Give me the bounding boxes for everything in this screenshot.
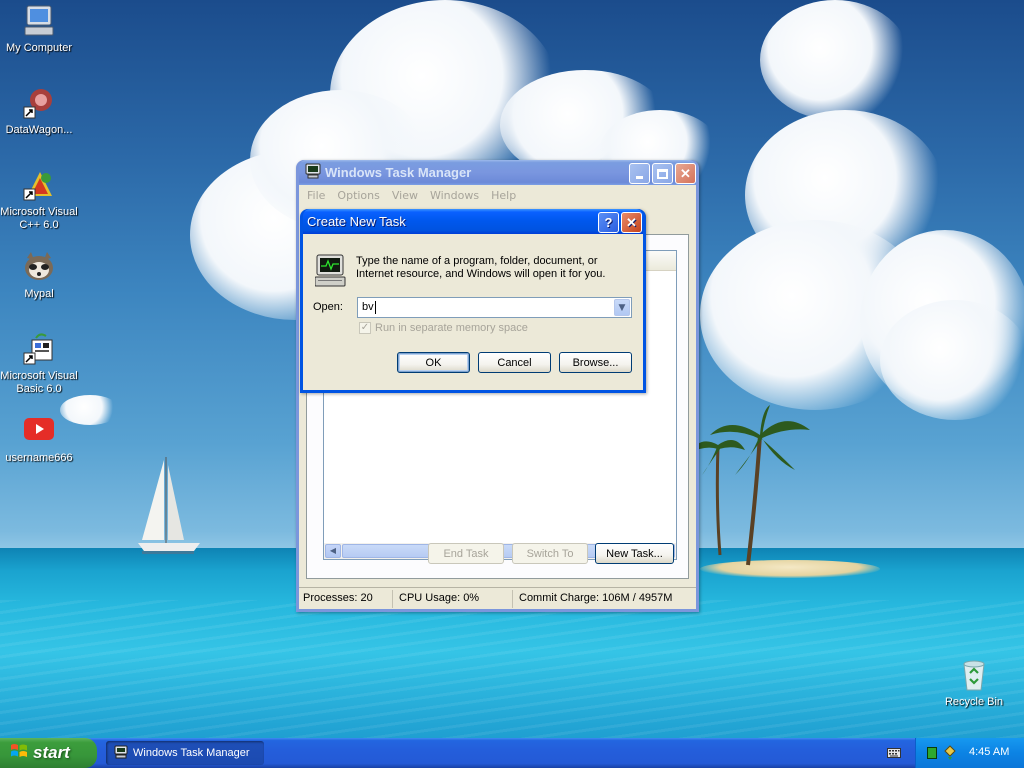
dialog-message: Type the name of a program, folder, docu… [356, 255, 606, 280]
separate-memory-checkbox-row: ✓ Run in separate memory space [359, 322, 528, 334]
desktop-icon-label: Microsoft Visual Basic 6.0 [0, 370, 78, 395]
dropdown-button[interactable]: ▼ [614, 299, 630, 316]
cancel-button[interactable]: Cancel [478, 352, 551, 373]
status-processes: Processes: 20 [299, 589, 393, 608]
status-cpu-usage: CPU Usage: 0% [393, 589, 513, 608]
dialog-title: Create New Task [307, 214, 406, 229]
desktop-icon-label: My Computer [5, 42, 73, 54]
help-button[interactable]: ? [598, 212, 619, 233]
maximize-icon [657, 168, 668, 179]
dialog-titlebar[interactable]: Create New Task ? ✕ [303, 209, 643, 234]
taskbar-item-label: Windows Task Manager [133, 747, 250, 759]
desktop-icon-mypal[interactable]: Mypal [0, 250, 79, 301]
run-program-icon [314, 254, 347, 291]
help-icon: ? [604, 215, 613, 230]
sea-ripples [0, 600, 1024, 738]
close-button[interactable]: ✕ [675, 163, 696, 184]
maximize-button[interactable] [652, 163, 673, 184]
clock[interactable]: 4:45 AM [969, 746, 1009, 758]
visual-basic-icon [22, 332, 56, 366]
windows-logo-icon [10, 742, 28, 765]
taskbar: start Windows Task Manager 4:45 AM [0, 738, 1024, 768]
desktop-icon-label: Microsoft Visual C++ 6.0 [0, 206, 78, 231]
desktop-icon-username666[interactable]: username666 [0, 414, 79, 465]
switch-to-button[interactable]: Switch To [512, 543, 588, 564]
mypal-icon [22, 250, 56, 284]
open-label: Open: [313, 301, 343, 313]
open-input[interactable]: bv [362, 301, 374, 313]
datawagon-icon [22, 86, 56, 120]
keyboard-icon[interactable] [887, 747, 901, 762]
task-manager-small-icon [114, 745, 128, 762]
checkmark-icon: ✓ [360, 322, 370, 333]
separate-memory-checkbox[interactable]: ✓ [359, 322, 371, 334]
task-manager-menubar: File Options View Windows Help [299, 185, 696, 205]
my-computer-icon [22, 4, 56, 38]
start-button[interactable]: start [0, 738, 97, 768]
menu-file[interactable]: File [301, 189, 331, 202]
sailboat-image [138, 457, 200, 554]
minimize-button[interactable] [629, 163, 650, 184]
desktop-icon-label: DataWagon... [5, 124, 73, 136]
cloud [760, 0, 910, 120]
text-cursor [375, 301, 376, 314]
menu-help[interactable]: Help [485, 189, 522, 202]
ok-button[interactable]: OK [397, 352, 470, 373]
desktop-icon-visual-basic[interactable]: Microsoft Visual Basic 6.0 [0, 332, 79, 396]
desktop-icon-visual-cpp[interactable]: Microsoft Visual C++ 6.0 [0, 168, 79, 232]
browse-button[interactable]: Browse... [559, 352, 632, 373]
create-new-task-dialog: Create New Task ? ✕ Type the name of a p… [300, 209, 646, 393]
cloud [880, 300, 1024, 420]
start-label: start [33, 743, 70, 762]
scroll-left-button[interactable]: ◀ [325, 544, 341, 558]
dialog-close-button[interactable]: ✕ [621, 212, 642, 233]
close-icon: ✕ [680, 165, 691, 181]
tray-task-manager-icon[interactable] [927, 747, 937, 759]
menu-options[interactable]: Options [331, 189, 385, 202]
palm-trees-image [690, 405, 810, 566]
visual-cpp-icon [22, 168, 56, 202]
menu-windows[interactable]: Windows [424, 189, 485, 202]
menu-view[interactable]: View [386, 189, 424, 202]
tray-network-icon[interactable] [943, 745, 957, 764]
desktop-icon-label: Mypal [24, 288, 54, 300]
open-combobox[interactable]: bv ▼ [357, 297, 632, 318]
recycle-bin-icon [957, 658, 991, 692]
new-task-button[interactable]: New Task... [595, 543, 674, 564]
youtube-icon [22, 414, 56, 448]
task-manager-app-icon [305, 163, 321, 182]
separate-memory-label: Run in separate memory space [375, 322, 528, 334]
chevron-down-icon: ▼ [618, 302, 626, 313]
desktop-icon-my-computer[interactable]: My Computer [0, 4, 79, 55]
taskbar-item-task-manager[interactable]: Windows Task Manager [106, 741, 264, 765]
task-manager-titlebar[interactable]: Windows Task Manager ✕ [299, 160, 696, 185]
desktop-icon-label: Recycle Bin [944, 696, 1004, 708]
end-task-button[interactable]: End Task [428, 543, 504, 564]
task-manager-title: Windows Task Manager [325, 165, 472, 180]
status-commit-charge: Commit Charge: 106M / 4957M [519, 591, 673, 604]
desktop-icon-label: username666 [5, 452, 73, 464]
minimize-icon [636, 176, 643, 179]
desktop-icon-recycle-bin[interactable]: Recycle Bin [934, 658, 1014, 709]
desktop-icon-datawagon[interactable]: DataWagon... [0, 86, 79, 137]
close-icon: ✕ [626, 214, 637, 230]
system-tray: 4:45 AM [915, 738, 1024, 768]
dialog-body: Type the name of a program, folder, docu… [303, 234, 643, 390]
task-manager-statusbar: Processes: 20 CPU Usage: 0% Commit Charg… [299, 587, 696, 609]
